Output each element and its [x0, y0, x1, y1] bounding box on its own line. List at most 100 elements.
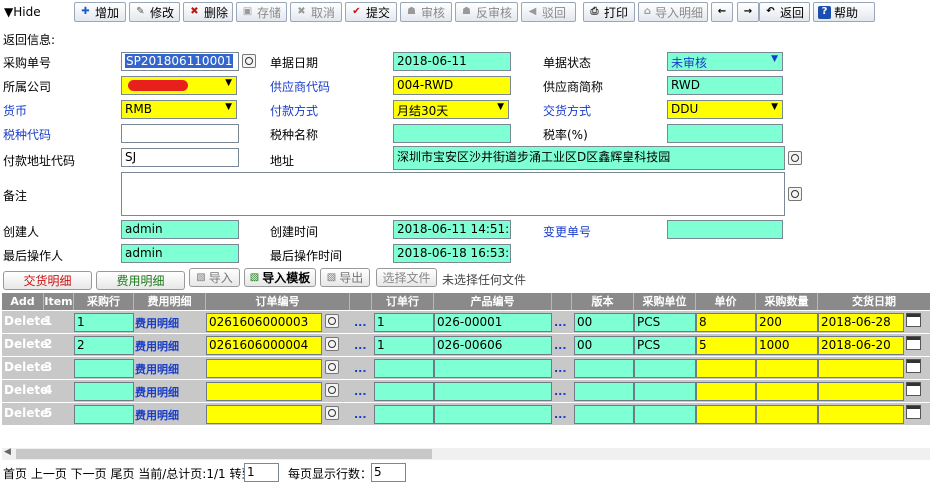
- currency-select[interactable]: RMB ▼: [121, 100, 237, 119]
- fee-detail-link[interactable]: 费用明细: [135, 361, 179, 377]
- doc-date-field[interactable]: 2018-06-11: [393, 52, 511, 71]
- tax-name-field[interactable]: [393, 124, 511, 143]
- purchase-line-cell[interactable]: [74, 405, 134, 424]
- order-more-link[interactable]: ...: [354, 339, 367, 352]
- change-no-field[interactable]: [667, 220, 783, 239]
- price-cell[interactable]: [696, 405, 756, 424]
- import-detail-button[interactable]: ⌂ 导入明细: [638, 2, 708, 22]
- pay-addr-code-field[interactable]: SJ: [121, 148, 239, 167]
- check-button[interactable]: ✔ 提交: [345, 2, 397, 22]
- supplier-short-field[interactable]: RWD: [667, 76, 783, 95]
- choose-file-button[interactable]: 选择文件: [376, 268, 437, 287]
- cancel-button[interactable]: ✖ 取消: [290, 2, 342, 22]
- import-button[interactable]: ▧ 导入: [189, 268, 240, 287]
- version-cell[interactable]: [574, 405, 634, 424]
- qty-cell[interactable]: [756, 382, 818, 401]
- qty-cell[interactable]: 1000: [756, 336, 818, 355]
- order-more-link[interactable]: ...: [354, 316, 367, 329]
- delete-button[interactable]: ✖ 删除: [183, 2, 233, 22]
- remark-field[interactable]: [121, 172, 785, 216]
- delete-row-link[interactable]: Delete: [4, 314, 48, 328]
- product-no-cell[interactable]: [434, 405, 552, 424]
- product-no-cell[interactable]: 026-00606: [434, 336, 552, 355]
- product-more-link[interactable]: ...: [554, 316, 567, 329]
- delivery-select[interactable]: DDU ▼: [667, 100, 783, 119]
- export-button[interactable]: ▧ 导出: [320, 268, 370, 287]
- arrow-left-button[interactable]: ←: [711, 2, 733, 22]
- order-line-cell[interactable]: 1: [374, 313, 434, 332]
- print-button[interactable]: ⎙ 打印: [583, 2, 635, 22]
- delivery-date-cell[interactable]: 2018-06-20: [818, 336, 904, 355]
- edit-button[interactable]: ✎ 修改: [129, 2, 180, 22]
- payment-select[interactable]: 月结30天 ▼: [393, 100, 509, 119]
- order-more-link[interactable]: ...: [354, 408, 367, 421]
- version-cell[interactable]: [574, 382, 634, 401]
- order-no-cell[interactable]: [206, 405, 322, 424]
- fee-detail-link[interactable]: 费用明细: [135, 338, 179, 354]
- unit-cell[interactable]: [634, 405, 696, 424]
- remark-picker-icon[interactable]: [788, 187, 802, 201]
- delivery-date-cell[interactable]: [818, 405, 904, 424]
- order-picker-icon[interactable]: [325, 406, 339, 420]
- order-no-cell[interactable]: 0261606000003: [206, 313, 322, 332]
- version-cell[interactable]: 00: [574, 313, 634, 332]
- scroll-left-icon[interactable]: ◀: [4, 447, 11, 457]
- fee-detail-link[interactable]: 费用明细: [135, 384, 179, 400]
- address-picker-icon[interactable]: [788, 151, 802, 165]
- product-no-cell[interactable]: 026-00001: [434, 313, 552, 332]
- return-button[interactable]: ↶ 返回: [759, 2, 810, 22]
- order-picker-icon[interactable]: [325, 360, 339, 374]
- tax-code-field[interactable]: [121, 124, 239, 143]
- created-field[interactable]: 2018-06-11 14:51:26: [393, 220, 511, 239]
- purchase-no-field[interactable]: SP201806110001: [121, 52, 239, 71]
- order-picker-icon[interactable]: [325, 383, 339, 397]
- order-more-link[interactable]: ...: [354, 362, 367, 375]
- delivery-date-cell[interactable]: [818, 382, 904, 401]
- address-field[interactable]: 深圳市宝安区沙井街道步涌工业区D区鑫辉皇科技园: [393, 146, 785, 170]
- delete-row-link[interactable]: Delete: [4, 337, 48, 351]
- scrollbar-thumb[interactable]: [16, 449, 432, 459]
- order-line-cell[interactable]: [374, 382, 434, 401]
- reject-button[interactable]: ◀ 驳回: [521, 2, 576, 22]
- currency-label[interactable]: 货币: [3, 102, 27, 119]
- purchase-line-cell[interactable]: [74, 382, 134, 401]
- version-cell[interactable]: [574, 359, 634, 378]
- supplier-code-field[interactable]: 004-RWD: [393, 76, 511, 95]
- calendar-icon[interactable]: [906, 405, 921, 419]
- product-more-link[interactable]: ...: [554, 339, 567, 352]
- unit-cell[interactable]: [634, 359, 696, 378]
- tax-rate-field[interactable]: [667, 124, 783, 143]
- purchase-no-picker-icon[interactable]: [242, 54, 256, 68]
- purchase-line-cell[interactable]: 2: [74, 336, 134, 355]
- fee-detail-link[interactable]: 费用明细: [135, 315, 179, 331]
- version-cell[interactable]: 00: [574, 336, 634, 355]
- payment-label[interactable]: 付款方式: [270, 102, 318, 119]
- purchase-line-cell[interactable]: [74, 359, 134, 378]
- save-button[interactable]: ▣ 存储: [236, 2, 287, 22]
- last-op-time-field[interactable]: 2018-06-18 16:53:52: [393, 244, 511, 263]
- company-select[interactable]: ▼: [121, 76, 237, 95]
- price-cell[interactable]: 5: [696, 336, 756, 355]
- unit-cell[interactable]: [634, 382, 696, 401]
- rows-per-page-input[interactable]: 5: [371, 463, 406, 482]
- product-no-cell[interactable]: [434, 359, 552, 378]
- plus-button[interactable]: ✚ 增加: [74, 2, 126, 22]
- help-button[interactable]: ? 帮助: [813, 2, 875, 22]
- order-no-cell[interactable]: 0261606000004: [206, 336, 322, 355]
- order-no-cell[interactable]: [206, 382, 322, 401]
- order-line-cell[interactable]: [374, 405, 434, 424]
- order-more-link[interactable]: ...: [354, 385, 367, 398]
- delivery-label[interactable]: 交货方式: [543, 102, 591, 119]
- tab-delivery-detail[interactable]: 交货明细: [3, 271, 92, 290]
- import-template-button[interactable]: ▧ 导入模板: [244, 268, 316, 287]
- horizontal-scrollbar[interactable]: ◀: [2, 447, 930, 460]
- goto-page-input[interactable]: 1: [244, 463, 279, 482]
- delete-row-link[interactable]: Delete: [4, 383, 48, 397]
- arrow-right-button[interactable]: →: [737, 2, 759, 22]
- change-no-label[interactable]: 变更单号: [543, 223, 591, 240]
- price-cell[interactable]: [696, 382, 756, 401]
- tab-fee-detail[interactable]: 费用明细: [96, 271, 185, 290]
- doc-status-select[interactable]: 未审核 ▼: [667, 52, 783, 71]
- order-picker-icon[interactable]: [325, 337, 339, 351]
- qty-cell[interactable]: [756, 359, 818, 378]
